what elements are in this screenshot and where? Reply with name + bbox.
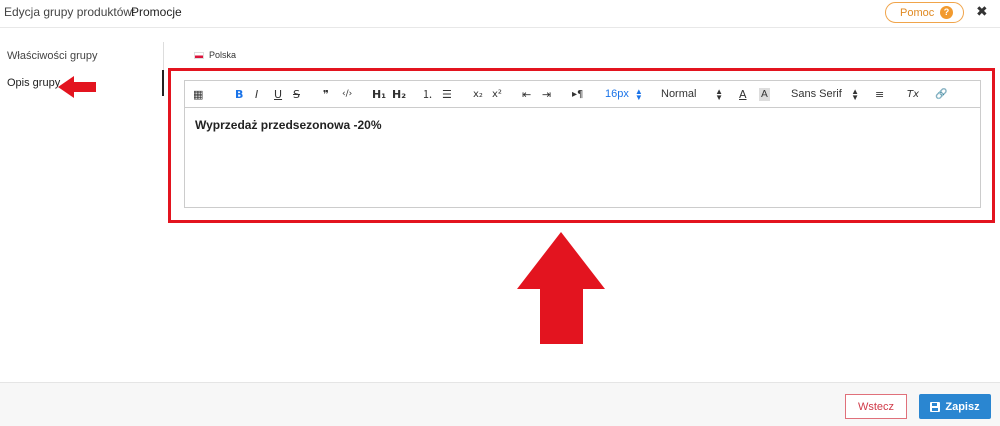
outdent-icon[interactable]: ⇤ (522, 88, 531, 101)
save-button[interactable]: Zapisz (919, 394, 991, 419)
editor-content[interactable]: Wyprzedaż przedsezonowa -20% (195, 118, 382, 132)
clear-format-icon[interactable]: Tx (907, 88, 919, 101)
floppy-icon (930, 401, 941, 412)
sidebar-active-indicator (162, 70, 164, 96)
editor-toolbar: ▦ B I U S ❞ ‹/› H₁ H₂ ⒈ ☰ x₂ x² ⇤ ⇥ ▸¶ 1… (185, 81, 980, 108)
align-icon[interactable]: ≡ (875, 88, 884, 101)
text-color-icon[interactable]: A (739, 88, 747, 101)
bullet-list-icon[interactable]: ☰ (442, 88, 452, 101)
select-arrows-icon: ▲ ▼ (715, 87, 723, 102)
underline-button[interactable]: U (274, 88, 282, 101)
table-icon[interactable]: ▦ (193, 88, 203, 101)
font-family-value: Sans Serif (791, 88, 842, 100)
bold-button[interactable]: B (235, 88, 243, 101)
modal-header: Edycja grupy produktów: Promocje Pomoc ?… (0, 0, 1000, 28)
ordered-list-icon[interactable]: ⒈ (422, 88, 433, 101)
side-arrow-icon (58, 76, 96, 98)
save-button-label: Zapisz (945, 400, 980, 413)
h2-button[interactable]: H₂ (392, 88, 406, 101)
help-button-label: Pomoc (900, 6, 935, 19)
code-icon[interactable]: ‹/› (342, 88, 352, 101)
language-tab-polska[interactable]: Polska (194, 50, 236, 60)
indent-icon[interactable]: ⇥ (542, 88, 551, 101)
header-divider (0, 27, 1000, 28)
subscript-button[interactable]: x₂ (473, 88, 483, 101)
sidebar-item-properties[interactable]: Właściwości grupy (7, 50, 97, 62)
h1-button[interactable]: H₁ (372, 88, 386, 101)
superscript-button[interactable]: x² (492, 88, 502, 101)
heading-select-value: Normal (661, 88, 697, 100)
up-arrow-icon (517, 232, 605, 344)
close-icon[interactable]: ✖ (976, 3, 988, 20)
font-size-select[interactable]: 16px ▲ ▼ (605, 87, 643, 102)
select-arrows-icon: ▲ ▼ (634, 87, 643, 102)
direction-icon[interactable]: ▸¶ (572, 88, 583, 101)
quote-icon[interactable]: ❞ (323, 88, 329, 101)
font-family-select[interactable]: Sans Serif ▲ ▼ (791, 87, 859, 102)
modal-footer: Wstecz Zapisz (0, 383, 1000, 426)
background-color-icon[interactable]: A (759, 88, 770, 101)
language-tab-label: Polska (209, 50, 237, 60)
sidebar-item-description[interactable]: Opis grupy (7, 77, 60, 89)
header-title-label: Edycja grupy produktów: (4, 5, 136, 19)
rich-text-editor[interactable]: ▦ B I U S ❞ ‹/› H₁ H₂ ⒈ ☰ x₂ x² ⇤ ⇥ ▸¶ 1… (184, 80, 981, 208)
font-size-value: 16px (605, 88, 629, 100)
pl-flag-icon (194, 51, 204, 59)
sidebar-divider (163, 42, 164, 70)
italic-button[interactable]: I (255, 88, 258, 101)
select-arrows-icon: ▲ ▼ (851, 87, 859, 102)
strike-button[interactable]: S (293, 88, 300, 101)
help-button[interactable]: Pomoc ? (885, 2, 964, 23)
header-title-value: Promocje (131, 5, 182, 19)
link-icon[interactable]: 🔗 (935, 88, 947, 101)
heading-select[interactable]: Normal ▲ ▼ (661, 87, 723, 102)
back-button[interactable]: Wstecz (845, 394, 907, 419)
help-icon: ? (940, 6, 953, 19)
